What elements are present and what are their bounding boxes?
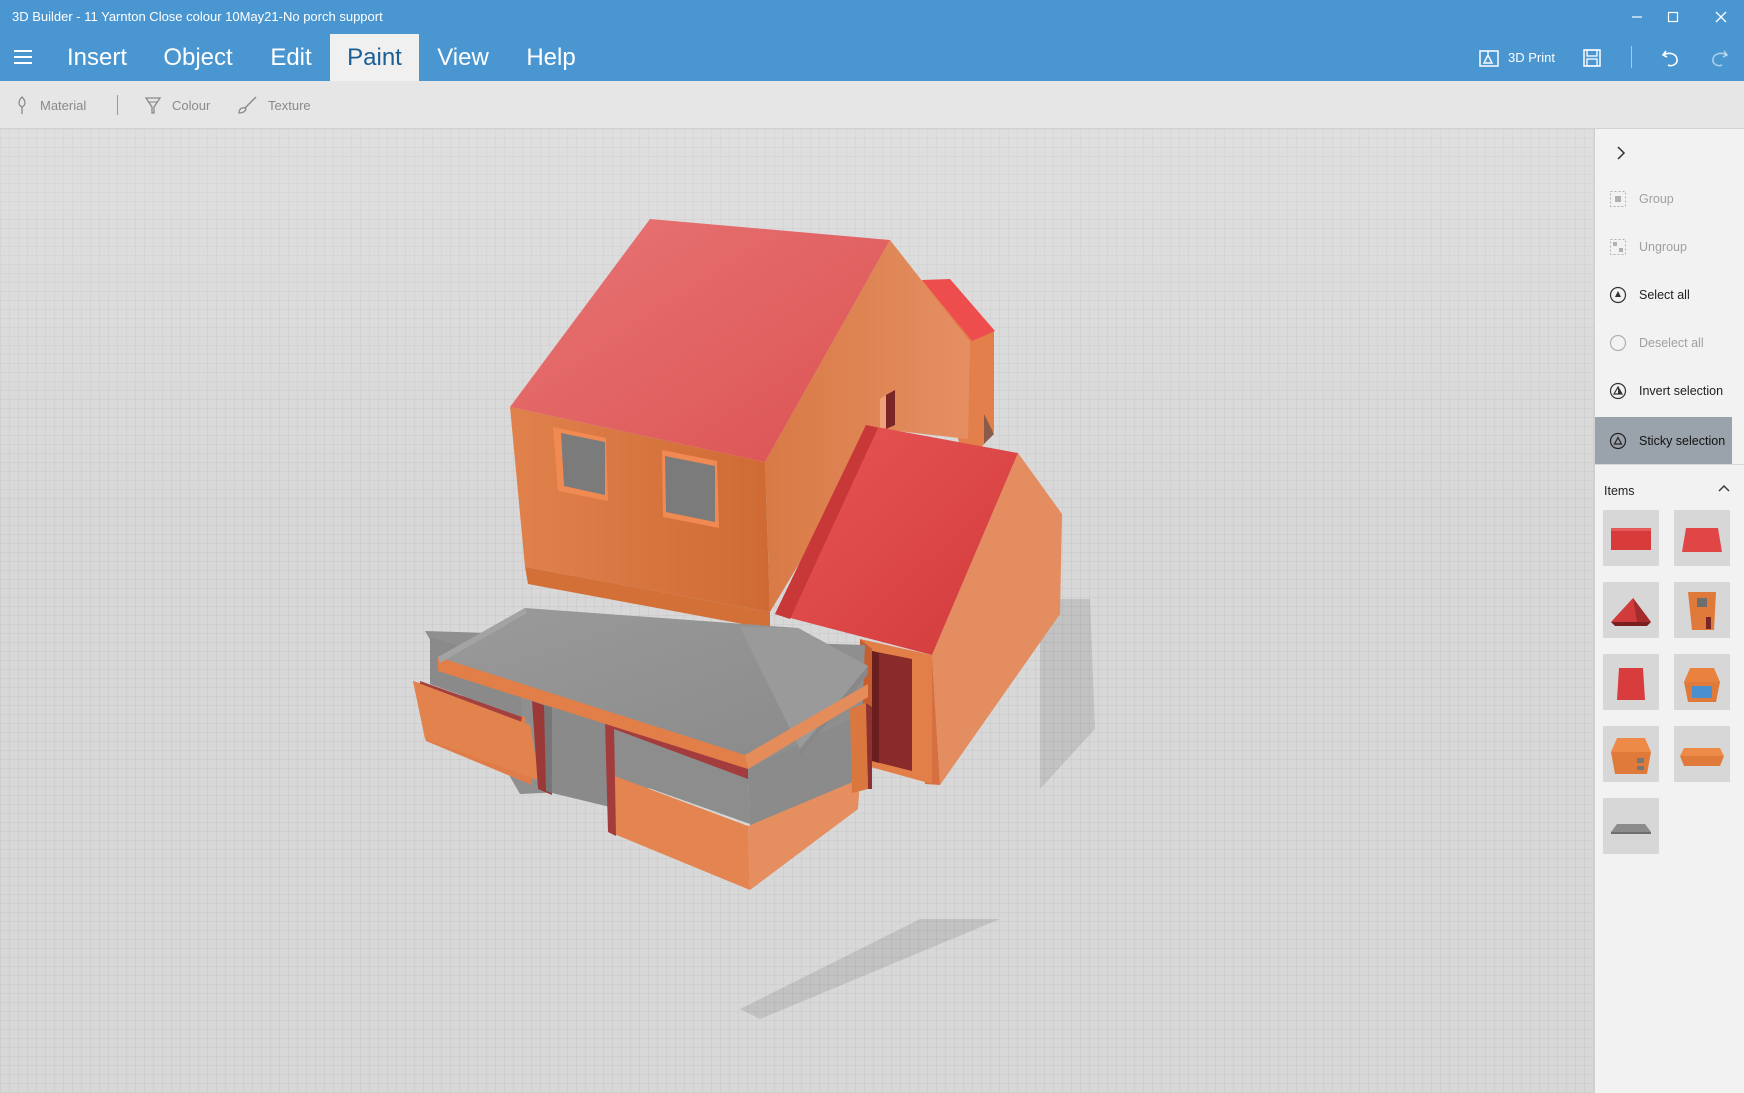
tab-object[interactable]: Object (152, 34, 244, 81)
red-block-icon (1682, 528, 1722, 552)
texture-brush-icon (238, 96, 257, 114)
ungroup-label: Ungroup (1639, 240, 1687, 254)
deselect-all-button[interactable]: Deselect all (1595, 321, 1732, 365)
ungroup-button[interactable]: Ungroup (1595, 225, 1732, 269)
group-button[interactable]: Group (1595, 177, 1732, 221)
sticky-selection-icon (1609, 432, 1627, 450)
item-thumbnail-grey-slab[interactable] (1603, 798, 1659, 854)
save-icon (1583, 48, 1601, 67)
redo-button[interactable] (1708, 34, 1730, 81)
paint-ribbon: Material Colour Texture (0, 81, 1744, 129)
invert-selection-button[interactable]: Invert selection (1595, 369, 1732, 413)
minimize-icon (1632, 16, 1642, 18)
redo-icon (1712, 50, 1729, 66)
sticky-selection-label: Sticky selection (1639, 434, 1726, 448)
invert-selection-label: Invert selection (1639, 384, 1724, 398)
item-thumbnail-orange-box-blue[interactable] (1674, 654, 1730, 710)
upstairs-window-right[interactable] (662, 450, 719, 528)
items-label: Items (1604, 483, 1635, 498)
upstairs-window-left[interactable] (553, 427, 608, 501)
orange-box-blue-icon (1684, 668, 1720, 702)
window-title: 3D Builder - 11 Yarnton Close colour 10M… (12, 9, 383, 24)
colour-icon (144, 97, 162, 114)
tab-insert[interactable]: Insert (58, 34, 136, 81)
material-label: Material (40, 97, 87, 113)
tab-help[interactable]: Help (520, 34, 582, 81)
sticky-selection-button[interactable]: Sticky selection (1595, 417, 1732, 465)
select-all-label: Select all (1639, 288, 1690, 302)
material-icon (18, 96, 26, 114)
undo-button[interactable] (1660, 34, 1682, 81)
item-thumbnail-orange-slab[interactable] (1674, 726, 1730, 782)
title-bar: 3D Builder - 11 Yarnton Close colour 10M… (0, 0, 1744, 34)
chevron-right-icon (1617, 146, 1626, 160)
orange-house-block-icon (1611, 738, 1651, 774)
3d-viewport[interactable] (0, 129, 1594, 1093)
tab-edit[interactable]: Edit (262, 34, 320, 81)
item-thumbnail-red-slab[interactable] (1603, 510, 1659, 566)
selection-panel: Group Ungroup Select all Deselect all In… (1594, 129, 1744, 1093)
item-thumbnail-red-wall[interactable] (1603, 654, 1659, 710)
texture-label: Texture (268, 97, 311, 113)
deselect-all-icon (1609, 334, 1627, 352)
undo-icon (1661, 50, 1678, 66)
save-button[interactable] (1582, 34, 1602, 81)
porch[interactable] (413, 608, 868, 904)
item-thumbnail-orange-wall-window[interactable] (1674, 582, 1730, 638)
invert-selection-icon (1609, 382, 1627, 400)
colour-button[interactable]: Colour (144, 81, 210, 129)
item-thumbnail-red-gable-roof[interactable] (1603, 582, 1659, 638)
ungroup-icon (1610, 239, 1626, 255)
toolbar-divider (1631, 46, 1632, 68)
maximize-button[interactable] (1650, 0, 1696, 34)
print-3d-button[interactable]: 3D Print (1478, 34, 1555, 81)
item-thumbnail-red-block[interactable] (1674, 510, 1730, 566)
group-icon (1610, 191, 1626, 207)
select-all-button[interactable]: Select all (1595, 273, 1732, 317)
deselect-all-label: Deselect all (1639, 336, 1704, 350)
select-all-icon (1609, 286, 1627, 304)
red-gable-roof-icon (1611, 598, 1651, 626)
red-slab-icon (1611, 528, 1651, 550)
ribbon-divider (117, 95, 118, 115)
print-3d-icon (1479, 49, 1499, 67)
material-button[interactable]: Material (14, 81, 86, 129)
maximize-icon (1667, 11, 1679, 23)
colour-label: Colour (172, 97, 211, 113)
hamburger-icon[interactable] (12, 47, 34, 67)
tab-view[interactable]: View (432, 34, 494, 81)
print-3d-label: 3D Print (1508, 50, 1555, 65)
chevron-up-icon (1718, 485, 1730, 492)
3d-builder-window: 3D Builder - 11 Yarnton Close colour 10M… (0, 0, 1744, 1093)
porch-pillar[interactable] (850, 703, 872, 793)
item-thumbnail-orange-house-block[interactable] (1603, 726, 1659, 782)
orange-wall-window-icon (1688, 592, 1716, 630)
panel-collapse-button[interactable] (1609, 141, 1633, 165)
items-section-header[interactable]: Items (1595, 464, 1744, 516)
red-wall-icon (1617, 668, 1645, 700)
tab-paint[interactable]: Paint (330, 34, 419, 81)
orange-slab-icon (1680, 748, 1724, 766)
garage-door[interactable] (872, 651, 912, 771)
close-button[interactable] (1698, 0, 1744, 34)
house-model[interactable] (0, 129, 1594, 1093)
texture-button[interactable]: Texture (236, 81, 311, 129)
close-icon (1715, 11, 1727, 23)
group-label: Group (1639, 192, 1674, 206)
menu-bar: Insert Object Edit Paint View Help 3D Pr… (0, 34, 1744, 81)
grey-slab-icon (1611, 824, 1651, 834)
